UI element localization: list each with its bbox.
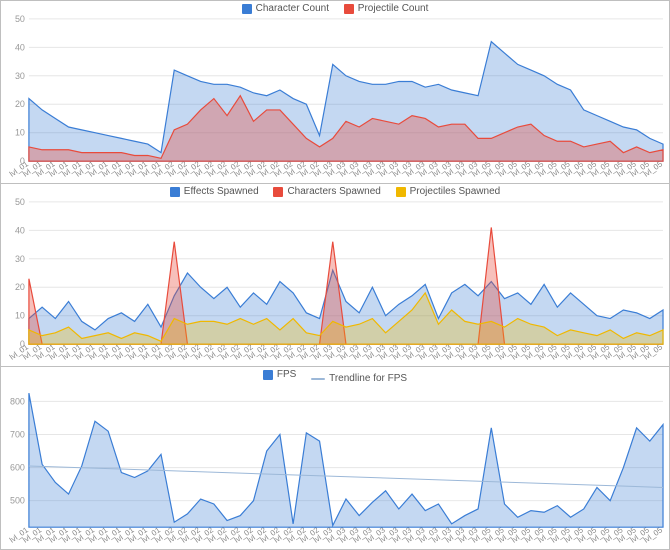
svg-text:700: 700 (10, 430, 25, 440)
svg-text:20: 20 (15, 282, 25, 292)
chart-counts: Character Count Projectile Count 0102030… (0, 0, 670, 184)
svg-text:10: 10 (15, 311, 25, 321)
svg-text:50: 50 (15, 14, 25, 24)
plot-area: 01020304050lvl_01lvl_01lvl_01lvl_01lvl_0… (1, 184, 669, 366)
svg-text:40: 40 (15, 42, 25, 52)
svg-text:500: 500 (10, 496, 25, 506)
chart-stack: Character Count Projectile Count 0102030… (0, 0, 670, 550)
svg-text:600: 600 (10, 463, 25, 473)
svg-text:40: 40 (15, 225, 25, 235)
svg-text:30: 30 (15, 71, 25, 81)
plot-area: 500600700800lvl_01lvl_01lvl_01lvl_01lvl_… (1, 367, 669, 549)
chart-spawned: Effects Spawned Characters Spawned Proje… (0, 183, 670, 367)
svg-text:800: 800 (10, 396, 25, 406)
svg-text:20: 20 (15, 99, 25, 109)
svg-text:10: 10 (15, 128, 25, 138)
chart-fps: FPS Trendline for FPS 500600700800lvl_01… (0, 366, 670, 550)
svg-text:50: 50 (15, 197, 25, 207)
svg-text:30: 30 (15, 254, 25, 264)
plot-area: 01020304050lvl_01lvl_01lvl_01lvl_01lvl_0… (1, 1, 669, 183)
